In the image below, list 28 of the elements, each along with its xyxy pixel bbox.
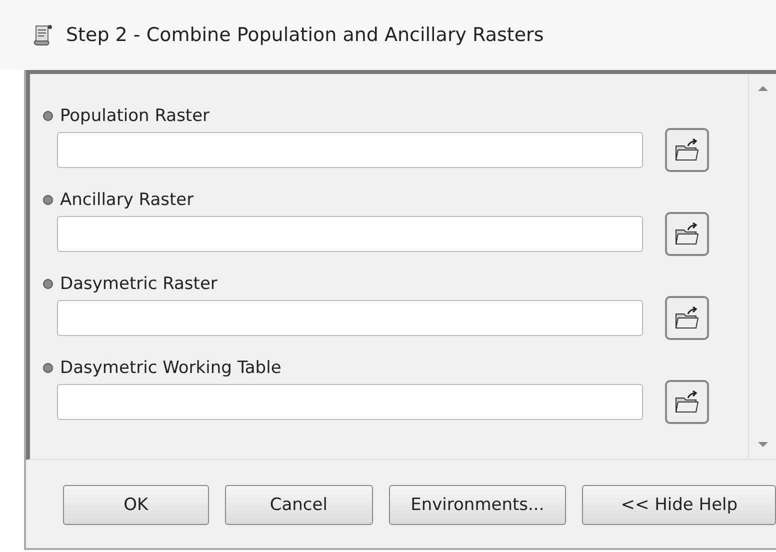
dialog-button[interactable]: OK	[63, 485, 209, 525]
scroll-icon	[32, 23, 54, 47]
folder-icon	[674, 306, 700, 330]
scroll-down-icon[interactable]	[756, 441, 768, 449]
bullet-icon	[42, 278, 54, 290]
parameter-label: Dasymetric Raster	[60, 274, 218, 294]
browse-button[interactable]	[665, 212, 709, 256]
browse-button[interactable]	[665, 128, 709, 172]
folder-icon	[674, 222, 700, 246]
parameter-label: Dasymetric Working Table	[60, 358, 282, 378]
browse-button[interactable]	[665, 296, 709, 340]
bullet-icon	[42, 194, 54, 206]
input-field[interactable]	[57, 384, 643, 420]
input-field[interactable]	[57, 132, 643, 168]
folder-icon	[674, 138, 700, 162]
folder-icon	[674, 390, 700, 414]
bullet-icon	[42, 362, 54, 374]
scroll-up-icon[interactable]	[756, 84, 768, 92]
input-field[interactable]	[57, 300, 643, 336]
browse-button[interactable]	[665, 380, 709, 424]
bullet-icon	[42, 110, 54, 122]
window-title: Step 2 - Combine Population and Ancillary Rasters	[66, 24, 544, 46]
dialog-button[interactable]: Environments...	[388, 485, 566, 525]
input-field[interactable]	[57, 216, 643, 252]
dialog-button[interactable]: << Hide Help	[582, 485, 776, 525]
parameter-label: Population Raster	[60, 106, 210, 126]
parameter-label: Ancillary Raster	[60, 190, 194, 210]
dialog-button[interactable]: Cancel	[224, 485, 373, 525]
